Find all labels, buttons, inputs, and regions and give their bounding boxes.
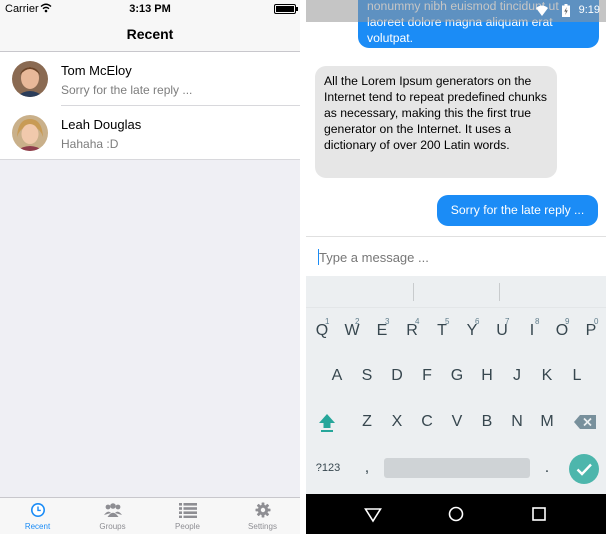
message-preview: Sorry for the late reply ... [61, 83, 193, 97]
android-chat-screen: nonummy nibh euismod tincidunt ut laoree… [306, 0, 606, 534]
key-n[interactable]: N [502, 404, 532, 440]
suggestion-divider [413, 283, 414, 301]
key-d[interactable]: D [382, 358, 412, 394]
key-m[interactable]: M [532, 404, 562, 440]
keyboard-row-3: Z X C V B N M [306, 404, 606, 440]
key-u[interactable]: U7 [487, 313, 517, 349]
suggestion-strip[interactable] [306, 276, 606, 308]
shift-arrow-icon [319, 414, 335, 432]
conversation-list: Tom McEloy Sorry for the late reply ... … [0, 52, 300, 160]
wifi-icon [536, 5, 548, 16]
shift-key[interactable] [312, 404, 342, 440]
key-h[interactable]: H [472, 358, 502, 394]
key-z[interactable]: Z [352, 404, 382, 440]
ios-status-bar: Carrier 3:13 PM [0, 0, 300, 18]
conversation-row-leah[interactable]: Leah Douglas Hahaha :D [0, 106, 300, 160]
android-status-bar: 9:19 [306, 0, 606, 22]
battery-charging-icon [562, 4, 570, 17]
key-c[interactable]: C [412, 404, 442, 440]
home-icon[interactable] [447, 505, 465, 523]
backspace-icon [574, 415, 596, 429]
divider [0, 159, 300, 160]
keyboard-row-2: A S D F G H J K L [306, 358, 606, 394]
key-q[interactable]: Q1 [307, 313, 337, 349]
recents-icon[interactable] [530, 505, 548, 523]
key-v[interactable]: V [442, 404, 472, 440]
back-icon[interactable] [364, 505, 382, 523]
backspace-key[interactable] [570, 404, 600, 440]
gear-icon [255, 502, 270, 518]
tab-label: Recent [24, 522, 51, 531]
ios-status-time: 3:13 PM [129, 3, 171, 15]
period-key[interactable]: . [532, 450, 562, 486]
enter-key[interactable] [569, 454, 599, 484]
tab-settings[interactable]: Settings [225, 498, 300, 534]
conversation-row-tom[interactable]: Tom McEloy Sorry for the late reply ... [0, 52, 300, 106]
key-s[interactable]: S [352, 358, 382, 394]
page-title: Recent [0, 18, 300, 52]
spacebar-key[interactable] [384, 458, 530, 478]
key-e[interactable]: E3 [367, 313, 397, 349]
suggestion-divider [499, 283, 500, 301]
android-navigation-bar [306, 494, 606, 534]
tab-label: Groups [99, 522, 126, 531]
key-p[interactable]: P0 [576, 313, 606, 349]
message-bubble-incoming: All the Lorem Ipsum generators on the In… [315, 66, 557, 178]
message-composer [306, 236, 606, 276]
message-preview: Hahaha :D [61, 137, 119, 151]
tab-bar: Recent Groups People Settings [0, 497, 300, 534]
key-k[interactable]: K [532, 358, 562, 394]
tab-groups[interactable]: Groups [75, 498, 150, 534]
key-r[interactable]: R4 [397, 313, 427, 349]
tab-label: People [175, 522, 200, 531]
key-w[interactable]: W2 [337, 313, 367, 349]
key-g[interactable]: G [442, 358, 472, 394]
key-j[interactable]: J [502, 358, 532, 394]
tab-label: Settings [248, 522, 277, 531]
contact-name: Tom McEloy [61, 63, 132, 78]
screen-root: Carrier 3:13 PM Recent Tom McEloy Sorry … [0, 0, 606, 534]
avatar [12, 115, 48, 151]
tab-people[interactable]: People [150, 498, 225, 534]
message-input[interactable] [319, 246, 589, 268]
key-i[interactable]: I8 [517, 313, 547, 349]
message-bubble-outgoing: Sorry for the late reply ... [437, 195, 598, 226]
key-o[interactable]: O9 [547, 313, 577, 349]
comma-key[interactable]: , [352, 450, 382, 486]
key-l[interactable]: L [562, 358, 592, 394]
tab-recent[interactable]: Recent [0, 498, 75, 534]
groups-icon [103, 503, 122, 517]
keyboard-row-1: Q1 W2 E3 R4 T5 Y6 U7 I8 O9 P0 [306, 313, 606, 349]
key-a[interactable]: A [322, 358, 352, 394]
list-icon [178, 503, 197, 518]
key-t[interactable]: T5 [427, 313, 457, 349]
ios-recent-screen: Carrier 3:13 PM Recent Tom McEloy Sorry … [0, 0, 300, 534]
key-x[interactable]: X [382, 404, 412, 440]
key-f[interactable]: F [412, 358, 442, 394]
key-y[interactable]: Y6 [457, 313, 487, 349]
soft-keyboard: Q1 W2 E3 R4 T5 Y6 U7 I8 O9 P0 A S D F G … [306, 276, 606, 494]
symbols-key[interactable]: ?123 [312, 450, 344, 486]
battery-icon [274, 4, 298, 14]
contact-name: Leah Douglas [61, 117, 142, 132]
avatar [12, 61, 48, 97]
android-status-time: 9:19 [578, 4, 600, 16]
checkmark-icon [576, 463, 592, 476]
key-b[interactable]: B [472, 404, 502, 440]
clock-icon [30, 503, 45, 517]
